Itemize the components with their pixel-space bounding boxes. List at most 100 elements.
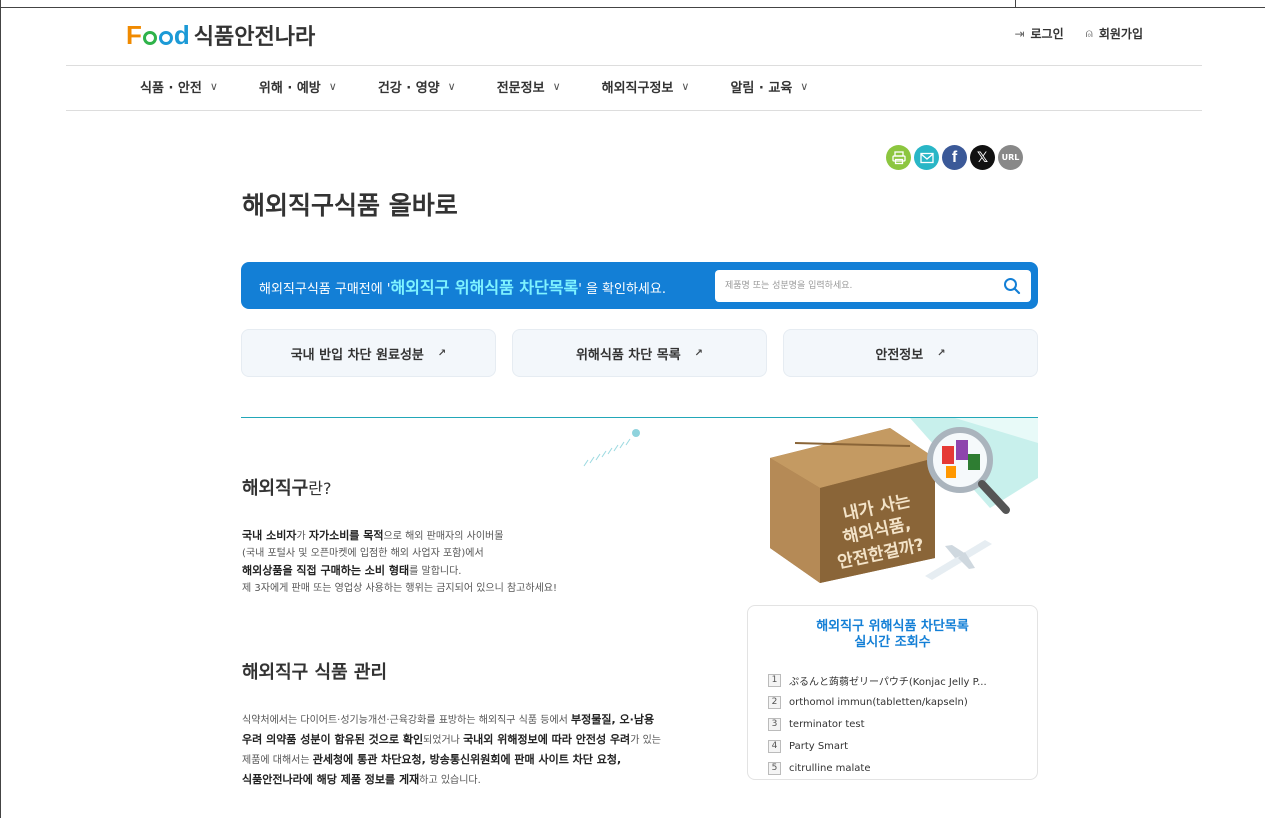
url-copy-button[interactable]: URL — [998, 145, 1023, 170]
body-line: 우려 의약품 성분이 함유된 것으로 확인되었거나 국내외 위해정보에 따라 안… — [242, 730, 712, 750]
overseas-food-box-illustration: 내가 사는 해외식품, 안전한걸까? — [770, 418, 1038, 583]
quick-link-label: 위해식품 차단 목록 — [575, 347, 681, 363]
email-button[interactable] — [914, 145, 939, 170]
body-line: 식약처에서는 다이어트·성기능개선·근육강화를 표방하는 해외직구 식품 등에서… — [242, 710, 712, 730]
nav-item-hazard-prevention[interactable]: 위해 · 예방 ∨ — [259, 77, 337, 96]
rank-number: 3 — [768, 717, 781, 731]
ranking-item[interactable]: 4 Party Smart — [768, 735, 1023, 757]
nav-item-notice-education[interactable]: 알림 · 교육 ∨ — [730, 77, 808, 96]
ranking-title-line1: 해외직구 위해식품 차단목록 — [816, 619, 969, 634]
nav-label: 해외직구정보 — [601, 81, 674, 96]
bold-text: 해외상품을 직접 구매하는 소비 형태 — [242, 564, 410, 577]
search-input[interactable] — [725, 271, 995, 301]
text: 으로 해외 판매자의 사이버몰 — [383, 531, 504, 542]
nav-label: 식품 · 안전 — [140, 81, 202, 96]
logo-letter-f: F — [126, 20, 142, 50]
share-buttons: f 𝕏 URL — [886, 145, 1023, 170]
nav-item-expert-info[interactable]: 전문정보 ∨ — [497, 77, 561, 96]
signup-link[interactable]: ⍝ 회원가입 — [1086, 25, 1143, 42]
login-icon: ⇥ — [1014, 26, 1025, 41]
nav-item-food-safety[interactable]: 식품 · 안전 ∨ — [140, 77, 218, 96]
ranking-item[interactable]: 1 ぷるんと蒟蒻ゼリーパウチ(Konjac Jelly P... — [768, 669, 1023, 691]
realtime-ranking-box: 해외직구 위해식품 차단목록 실시간 조회수 1 ぷるんと蒟蒻ゼリーパウチ(Kon… — [747, 605, 1038, 780]
login-link[interactable]: ⇥ 로그인 — [1014, 25, 1063, 42]
body-line: 국내 소비자가 자가소비를 목적으로 해외 판매자의 사이버몰 — [242, 527, 557, 545]
ranking-title: 해외직구 위해식품 차단목록 실시간 조회수 — [748, 619, 1037, 651]
search-icon[interactable] — [1003, 277, 1021, 295]
ranking-item[interactable]: 3 terminator test — [768, 713, 1023, 735]
ranking-item[interactable]: 2 orthomol immun(tabletten/kapseln) — [768, 691, 1023, 713]
search-box — [715, 270, 1031, 302]
nav-item-overseas-purchase[interactable]: 해외직구정보 ∨ — [602, 77, 690, 96]
chevron-down-icon: ∨ — [552, 80, 561, 93]
ranking-title-line2: 실시간 조회수 — [854, 635, 931, 650]
text: 제품에 대해서는 — [242, 755, 313, 766]
nav-divider — [66, 110, 1202, 111]
rank-product-name: Party Smart — [789, 740, 849, 752]
bold-text: 식품안전나라에 해당 제품 정보를 게재 — [242, 773, 420, 786]
body-line: 제품에 대해서는 관세청에 통관 차단요청, 방송통신위원회에 판매 사이트 차… — [242, 750, 712, 770]
nav-label: 건강 · 영양 — [377, 81, 440, 96]
search-message: 해외직구식품 구매전에 ' 해외직구 위해식품 차단목록 ' 을 확인하세요. — [259, 274, 666, 298]
section-title-bold: 해외직구 — [242, 478, 309, 499]
logo-circle-blue — [158, 31, 173, 45]
quick-link-safety-info[interactable]: 안전정보 ↗ — [783, 329, 1038, 377]
top-links: ⇥ 로그인 ⍝ 회원가입 — [1014, 25, 1143, 42]
quick-link-hazard-list[interactable]: 위해식품 차단 목록 ↗ — [512, 329, 767, 377]
section-title-light: 란? — [308, 479, 332, 498]
x-icon: 𝕏 — [976, 149, 989, 166]
bold-text: 자가소비를 목적 — [308, 529, 384, 542]
rank-number: 1 — [768, 673, 781, 687]
ranking-item[interactable]: 5 citrulline malate — [768, 757, 1023, 779]
x-share-button[interactable]: 𝕏 — [970, 145, 995, 170]
site-logo[interactable]: F d 식품안전나라 — [126, 20, 315, 50]
logo-circle-green — [142, 31, 157, 45]
rank-number: 2 — [768, 695, 781, 709]
quick-link-label: 국내 반입 차단 원료성분 — [290, 347, 424, 363]
text: 하고 있습니다. — [419, 775, 481, 786]
window-left-edge — [0, 0, 1, 818]
nav-label: 전문정보 — [496, 81, 545, 96]
signup-label: 회원가입 — [1098, 27, 1143, 41]
bold-text: 국내 소비자 — [242, 529, 297, 542]
url-label: URL — [1001, 153, 1020, 162]
quick-link-blocked-ingredients[interactable]: 국내 반입 차단 원료성분 ↗ — [241, 329, 496, 377]
window-divider — [1015, 0, 1016, 8]
facebook-button[interactable]: f — [942, 145, 967, 170]
nav-item-health-nutrition[interactable]: 건강 · 영양 ∨ — [378, 77, 456, 96]
text: 가 있는 — [630, 735, 661, 746]
header-divider — [66, 65, 1202, 66]
nav-label: 알림 · 교육 — [730, 81, 793, 96]
rank-product-name: ぷるんと蒟蒻ゼリーパウチ(Konjac Jelly P... — [789, 676, 987, 688]
bold-text: 국내외 위해정보에 따라 안전성 우려 — [463, 733, 631, 746]
text: 되었거나 — [423, 735, 464, 746]
chevron-down-icon: ∨ — [800, 80, 809, 93]
search-message-pre: 해외직구식품 구매전에 ' — [259, 281, 391, 297]
login-label: 로그인 — [1030, 27, 1064, 41]
body-line: (국내 포털사 및 오픈마켓에 입점한 해외 사업자 포함)에서 — [242, 548, 484, 559]
rank-number: 5 — [768, 761, 781, 775]
print-button[interactable] — [886, 145, 911, 170]
rank-product-name: orthomol immun(tabletten/kapseln) — [789, 696, 968, 708]
quick-links: 국내 반입 차단 원료성분 ↗ 위해식품 차단 목록 ↗ 안전정보 ↗ — [241, 329, 1038, 377]
facebook-icon: f — [951, 148, 958, 166]
bold-text: 관세청에 통관 차단요청, 방송통신위원회에 판매 사이트 차단 요청, — [312, 753, 622, 766]
window-top-edge — [0, 0, 1265, 8]
arrow-up-right-icon: ↗ — [694, 347, 704, 359]
arrow-up-right-icon: ↗ — [437, 347, 447, 359]
rank-number: 4 — [768, 739, 781, 753]
body-line: 식품안전나라에 해당 제품 정보를 게재하고 있습니다. — [242, 770, 712, 790]
logo-circles — [142, 25, 173, 45]
body-line: 해외상품을 직접 구매하는 소비 형태를 말합니다. — [242, 562, 557, 580]
bold-text: 부정물질, 오·남용 — [571, 713, 655, 726]
text: 가 — [296, 531, 309, 542]
text: 식약처에서는 다이어트·성기능개선·근육강화를 표방하는 해외직구 식품 등에서 — [242, 715, 572, 726]
print-icon — [891, 150, 906, 164]
section-management-title: 해외직구 식품 관리 — [242, 662, 388, 683]
quick-link-label: 안전정보 — [875, 347, 924, 363]
chevron-down-icon: ∨ — [681, 80, 690, 93]
page-title: 해외직구식품 올바로 — [242, 191, 458, 220]
text: 를 말합니다. — [409, 566, 462, 577]
email-icon — [919, 152, 934, 163]
search-banner: 해외직구식품 구매전에 ' 해외직구 위해식품 차단목록 ' 을 확인하세요. — [241, 262, 1038, 309]
